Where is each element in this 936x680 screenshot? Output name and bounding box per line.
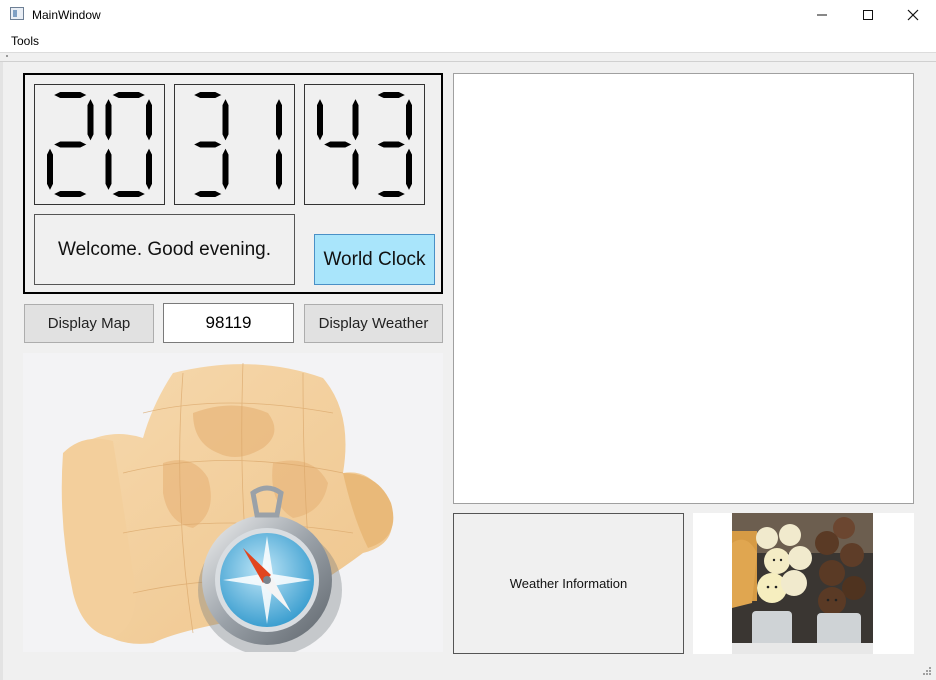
content-view[interactable] (453, 73, 914, 504)
display-weather-button[interactable]: Display Weather (304, 304, 443, 343)
lcd-segment (51, 140, 89, 149)
greeting-label: Welcome. Good evening. (34, 214, 295, 285)
weather-info-label: Weather Information (453, 513, 684, 654)
maximize-button[interactable] (845, 0, 891, 30)
lcd-segment (275, 146, 283, 193)
minutes-digits (191, 91, 283, 198)
lcd-segment (351, 146, 360, 193)
lcd-minutes: 31 (174, 84, 295, 205)
lcd-segment (145, 96, 153, 143)
lcd-segment (221, 96, 230, 143)
lcd-segment (191, 140, 224, 149)
lcd-segment (405, 96, 413, 143)
close-icon (907, 9, 919, 21)
lcd-hours: 20 (34, 84, 165, 205)
lcd-segment (110, 91, 148, 99)
toolbar (0, 52, 936, 62)
menu-bar (0, 30, 936, 52)
title-bar (0, 0, 936, 30)
bear-dessert-photo (732, 513, 873, 654)
lcd-seconds: 43 (304, 84, 425, 205)
lcd-segment (51, 190, 89, 198)
lcd-segment (191, 91, 224, 99)
seconds-digits (316, 91, 413, 198)
size-grip[interactable] (920, 664, 932, 676)
lcd-segment (221, 146, 230, 193)
zip-code-input[interactable] (163, 303, 294, 343)
lcd-segment (375, 140, 408, 149)
minimize-icon (817, 14, 827, 16)
lcd-segment (375, 91, 408, 99)
lcd-segment (145, 146, 153, 193)
window-title: MainWindow (32, 8, 101, 22)
lcd-segment (191, 190, 224, 198)
minimize-button[interactable] (799, 0, 845, 30)
lcd-segment (405, 146, 413, 193)
lcd-segment (104, 96, 113, 143)
lcd-segment (275, 96, 283, 143)
lcd-segment (375, 190, 408, 198)
lcd-segment (316, 96, 324, 143)
close-button[interactable] (890, 0, 936, 30)
hours-digits (46, 91, 153, 198)
lcd-segment (351, 96, 360, 143)
toolbar-grip[interactable] (6, 55, 8, 57)
display-map-button[interactable]: Display Map (24, 304, 154, 343)
lcd-segment (51, 91, 89, 99)
app-icon (10, 7, 24, 20)
window-edge (0, 62, 3, 680)
lcd-segment (110, 190, 148, 198)
maximize-icon (863, 10, 873, 20)
map-compass-image (23, 353, 443, 652)
lcd-segment (46, 146, 54, 193)
lcd-segment (321, 140, 354, 149)
lcd-segment (86, 96, 95, 143)
menu-item-tools[interactable]: Tools (11, 34, 39, 48)
world-clock-button[interactable]: World Clock (314, 234, 435, 285)
lcd-segment (104, 146, 113, 193)
